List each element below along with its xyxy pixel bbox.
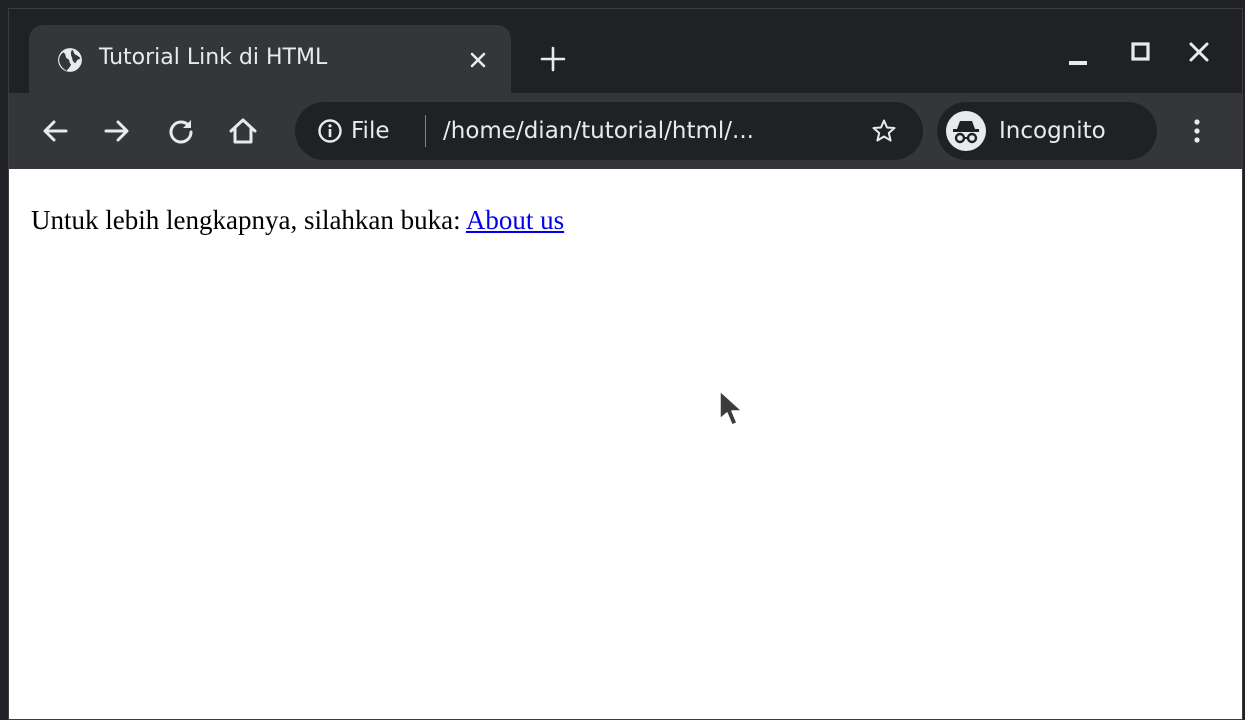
close-icon[interactable] [467,49,489,71]
url-scheme-label: File [351,118,390,144]
close-icon[interactable] [1186,39,1212,65]
page-content: Untuk lebih lengkapnya, silahkan buka: A… [9,169,1242,719]
browser-toolbar: File /home/dian/tutorial/html/... Incogn… [9,93,1242,169]
address-bar[interactable]: File /home/dian/tutorial/html/... [295,102,923,160]
star-icon[interactable] [871,118,897,144]
home-icon[interactable] [227,115,259,147]
plus-icon[interactable] [539,45,567,73]
content-paragraph: Untuk lebih lengkapnya, silahkan buka: A… [31,203,564,237]
tab-strip: Tutorial Link di HTML [9,9,1242,93]
kebab-menu-icon[interactable] [1181,115,1213,147]
address-separator [425,115,426,147]
minimize-icon[interactable] [1066,41,1092,67]
paragraph-text: Untuk lebih lengkapnya, silahkan buka: [31,205,466,235]
browser-window: Tutorial Link di HTML File /home/dian/tu… [8,8,1243,720]
tab-title: Tutorial Link di HTML [99,45,328,70]
incognito-label: Incognito [999,118,1106,144]
maximize-icon[interactable] [1128,39,1154,65]
incognito-icon [946,111,986,151]
active-tab[interactable]: Tutorial Link di HTML [29,25,511,93]
reload-icon[interactable] [165,115,197,147]
globe-icon [58,48,82,72]
forward-arrow-icon[interactable] [101,115,133,147]
info-icon[interactable] [317,118,343,144]
mouse-pointer-icon [719,390,743,426]
incognito-badge[interactable]: Incognito [937,102,1157,160]
url-text[interactable]: /home/dian/tutorial/html/... [443,116,754,146]
back-arrow-icon[interactable] [39,115,71,147]
about-us-link[interactable]: About us [466,205,564,235]
